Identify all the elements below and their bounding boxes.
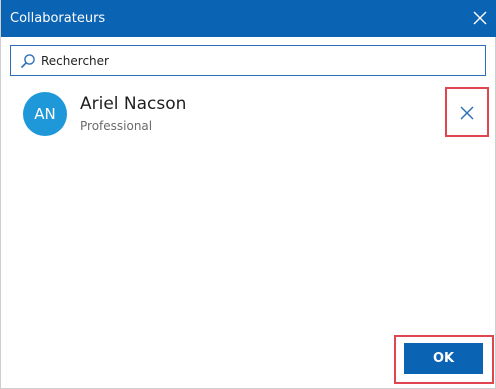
search-icon xyxy=(20,53,36,69)
remove-icon xyxy=(460,106,474,120)
close-icon xyxy=(473,11,487,25)
collaborators-dialog: Collaborateurs AN Ariel Nacson Professio… xyxy=(0,0,496,389)
collaborator-name: Ariel Nacson xyxy=(80,94,187,114)
collaborator-role: Professional xyxy=(80,119,153,133)
dialog-title: Collaborateurs xyxy=(10,11,106,26)
search-input[interactable] xyxy=(41,51,471,71)
collaborator-item: AN Ariel Nacson Professional xyxy=(23,92,463,136)
remove-collaborator-button[interactable] xyxy=(459,105,475,121)
ok-button[interactable]: OK xyxy=(404,343,483,374)
dialog-titlebar: Collaborateurs xyxy=(1,0,496,37)
avatar: AN xyxy=(23,92,67,136)
search-box xyxy=(10,45,486,76)
close-button[interactable] xyxy=(471,9,489,27)
